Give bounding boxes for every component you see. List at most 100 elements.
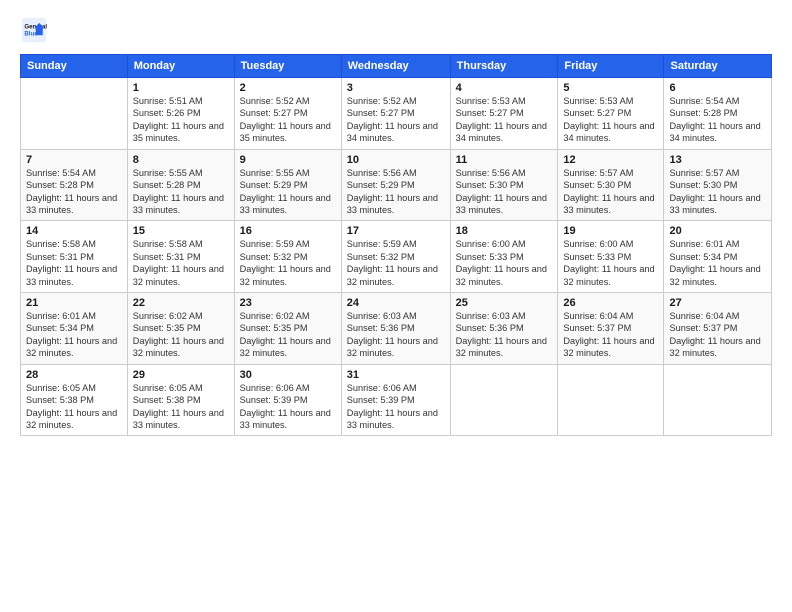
calendar-cell: 22Sunrise: 6:02 AM Sunset: 5:35 PM Dayli… — [127, 293, 234, 365]
calendar-cell: 4Sunrise: 5:53 AM Sunset: 5:27 PM Daylig… — [450, 78, 558, 150]
header: General Blue — [20, 16, 772, 44]
calendar-cell: 15Sunrise: 5:58 AM Sunset: 5:31 PM Dayli… — [127, 221, 234, 293]
day-number: 23 — [240, 297, 336, 309]
day-info: Sunrise: 6:06 AM Sunset: 5:39 PM Dayligh… — [240, 382, 336, 432]
day-number: 30 — [240, 369, 336, 381]
day-info: Sunrise: 5:55 AM Sunset: 5:29 PM Dayligh… — [240, 167, 336, 217]
calendar-cell: 28Sunrise: 6:05 AM Sunset: 5:38 PM Dayli… — [21, 364, 128, 436]
day-number: 25 — [456, 297, 553, 309]
day-number: 19 — [563, 225, 658, 237]
day-info: Sunrise: 5:57 AM Sunset: 5:30 PM Dayligh… — [563, 167, 658, 217]
day-info: Sunrise: 6:04 AM Sunset: 5:37 PM Dayligh… — [669, 310, 766, 360]
weekday-header: Sunday — [21, 55, 128, 78]
calendar-cell — [21, 78, 128, 150]
day-number: 28 — [26, 369, 122, 381]
day-number: 1 — [133, 82, 229, 94]
calendar-cell: 16Sunrise: 5:59 AM Sunset: 5:32 PM Dayli… — [234, 221, 341, 293]
calendar-cell — [558, 364, 664, 436]
calendar-cell: 29Sunrise: 6:05 AM Sunset: 5:38 PM Dayli… — [127, 364, 234, 436]
calendar-week-row: 7Sunrise: 5:54 AM Sunset: 5:28 PM Daylig… — [21, 149, 772, 221]
day-number: 5 — [563, 82, 658, 94]
day-number: 31 — [347, 369, 445, 381]
calendar-cell: 13Sunrise: 5:57 AM Sunset: 5:30 PM Dayli… — [664, 149, 772, 221]
calendar-cell: 3Sunrise: 5:52 AM Sunset: 5:27 PM Daylig… — [341, 78, 450, 150]
calendar-cell: 26Sunrise: 6:04 AM Sunset: 5:37 PM Dayli… — [558, 293, 664, 365]
calendar-cell: 17Sunrise: 5:59 AM Sunset: 5:32 PM Dayli… — [341, 221, 450, 293]
day-info: Sunrise: 6:04 AM Sunset: 5:37 PM Dayligh… — [563, 310, 658, 360]
day-number: 22 — [133, 297, 229, 309]
day-info: Sunrise: 5:51 AM Sunset: 5:26 PM Dayligh… — [133, 95, 229, 145]
day-number: 15 — [133, 225, 229, 237]
day-number: 20 — [669, 225, 766, 237]
weekday-header: Tuesday — [234, 55, 341, 78]
day-info: Sunrise: 5:53 AM Sunset: 5:27 PM Dayligh… — [456, 95, 553, 145]
calendar-cell: 7Sunrise: 5:54 AM Sunset: 5:28 PM Daylig… — [21, 149, 128, 221]
weekday-header: Saturday — [664, 55, 772, 78]
calendar-cell: 25Sunrise: 6:03 AM Sunset: 5:36 PM Dayli… — [450, 293, 558, 365]
calendar-cell: 1Sunrise: 5:51 AM Sunset: 5:26 PM Daylig… — [127, 78, 234, 150]
day-info: Sunrise: 5:58 AM Sunset: 5:31 PM Dayligh… — [26, 238, 122, 288]
weekday-header: Wednesday — [341, 55, 450, 78]
day-number: 12 — [563, 154, 658, 166]
day-number: 4 — [456, 82, 553, 94]
day-info: Sunrise: 6:01 AM Sunset: 5:34 PM Dayligh… — [669, 238, 766, 288]
day-info: Sunrise: 5:59 AM Sunset: 5:32 PM Dayligh… — [347, 238, 445, 288]
weekday-header: Monday — [127, 55, 234, 78]
day-number: 2 — [240, 82, 336, 94]
day-number: 10 — [347, 154, 445, 166]
calendar-cell: 8Sunrise: 5:55 AM Sunset: 5:28 PM Daylig… — [127, 149, 234, 221]
day-number: 11 — [456, 154, 553, 166]
calendar-cell: 18Sunrise: 6:00 AM Sunset: 5:33 PM Dayli… — [450, 221, 558, 293]
day-number: 21 — [26, 297, 122, 309]
day-number: 27 — [669, 297, 766, 309]
day-info: Sunrise: 5:54 AM Sunset: 5:28 PM Dayligh… — [669, 95, 766, 145]
calendar-cell: 23Sunrise: 6:02 AM Sunset: 5:35 PM Dayli… — [234, 293, 341, 365]
day-info: Sunrise: 6:00 AM Sunset: 5:33 PM Dayligh… — [456, 238, 553, 288]
day-info: Sunrise: 6:05 AM Sunset: 5:38 PM Dayligh… — [133, 382, 229, 432]
day-info: Sunrise: 6:02 AM Sunset: 5:35 PM Dayligh… — [240, 310, 336, 360]
day-info: Sunrise: 5:59 AM Sunset: 5:32 PM Dayligh… — [240, 238, 336, 288]
calendar-cell: 19Sunrise: 6:00 AM Sunset: 5:33 PM Dayli… — [558, 221, 664, 293]
calendar-cell — [664, 364, 772, 436]
calendar-cell: 24Sunrise: 6:03 AM Sunset: 5:36 PM Dayli… — [341, 293, 450, 365]
page: General Blue SundayMondayTuesdayWednesda… — [0, 0, 792, 612]
day-info: Sunrise: 6:05 AM Sunset: 5:38 PM Dayligh… — [26, 382, 122, 432]
calendar-cell — [450, 364, 558, 436]
day-number: 7 — [26, 154, 122, 166]
calendar-cell: 6Sunrise: 5:54 AM Sunset: 5:28 PM Daylig… — [664, 78, 772, 150]
day-number: 29 — [133, 369, 229, 381]
calendar-week-row: 1Sunrise: 5:51 AM Sunset: 5:26 PM Daylig… — [21, 78, 772, 150]
day-info: Sunrise: 6:00 AM Sunset: 5:33 PM Dayligh… — [563, 238, 658, 288]
day-number: 18 — [456, 225, 553, 237]
day-number: 26 — [563, 297, 658, 309]
day-number: 16 — [240, 225, 336, 237]
day-info: Sunrise: 6:03 AM Sunset: 5:36 PM Dayligh… — [347, 310, 445, 360]
logo-icon: General Blue — [20, 16, 48, 44]
day-number: 17 — [347, 225, 445, 237]
calendar-cell: 9Sunrise: 5:55 AM Sunset: 5:29 PM Daylig… — [234, 149, 341, 221]
day-info: Sunrise: 6:01 AM Sunset: 5:34 PM Dayligh… — [26, 310, 122, 360]
day-info: Sunrise: 5:57 AM Sunset: 5:30 PM Dayligh… — [669, 167, 766, 217]
calendar-header-row: SundayMondayTuesdayWednesdayThursdayFrid… — [21, 55, 772, 78]
calendar-cell: 10Sunrise: 5:56 AM Sunset: 5:29 PM Dayli… — [341, 149, 450, 221]
calendar-cell: 14Sunrise: 5:58 AM Sunset: 5:31 PM Dayli… — [21, 221, 128, 293]
calendar-week-row: 21Sunrise: 6:01 AM Sunset: 5:34 PM Dayli… — [21, 293, 772, 365]
logo: General Blue — [20, 16, 52, 44]
calendar-cell: 27Sunrise: 6:04 AM Sunset: 5:37 PM Dayli… — [664, 293, 772, 365]
day-number: 13 — [669, 154, 766, 166]
day-number: 14 — [26, 225, 122, 237]
day-info: Sunrise: 6:06 AM Sunset: 5:39 PM Dayligh… — [347, 382, 445, 432]
calendar-cell: 31Sunrise: 6:06 AM Sunset: 5:39 PM Dayli… — [341, 364, 450, 436]
day-info: Sunrise: 5:58 AM Sunset: 5:31 PM Dayligh… — [133, 238, 229, 288]
calendar-cell: 5Sunrise: 5:53 AM Sunset: 5:27 PM Daylig… — [558, 78, 664, 150]
day-info: Sunrise: 6:03 AM Sunset: 5:36 PM Dayligh… — [456, 310, 553, 360]
day-info: Sunrise: 5:54 AM Sunset: 5:28 PM Dayligh… — [26, 167, 122, 217]
weekday-header: Thursday — [450, 55, 558, 78]
day-number: 3 — [347, 82, 445, 94]
day-number: 6 — [669, 82, 766, 94]
day-info: Sunrise: 5:56 AM Sunset: 5:29 PM Dayligh… — [347, 167, 445, 217]
day-info: Sunrise: 5:53 AM Sunset: 5:27 PM Dayligh… — [563, 95, 658, 145]
day-info: Sunrise: 5:52 AM Sunset: 5:27 PM Dayligh… — [347, 95, 445, 145]
calendar-table: SundayMondayTuesdayWednesdayThursdayFrid… — [20, 54, 772, 436]
calendar-cell: 11Sunrise: 5:56 AM Sunset: 5:30 PM Dayli… — [450, 149, 558, 221]
